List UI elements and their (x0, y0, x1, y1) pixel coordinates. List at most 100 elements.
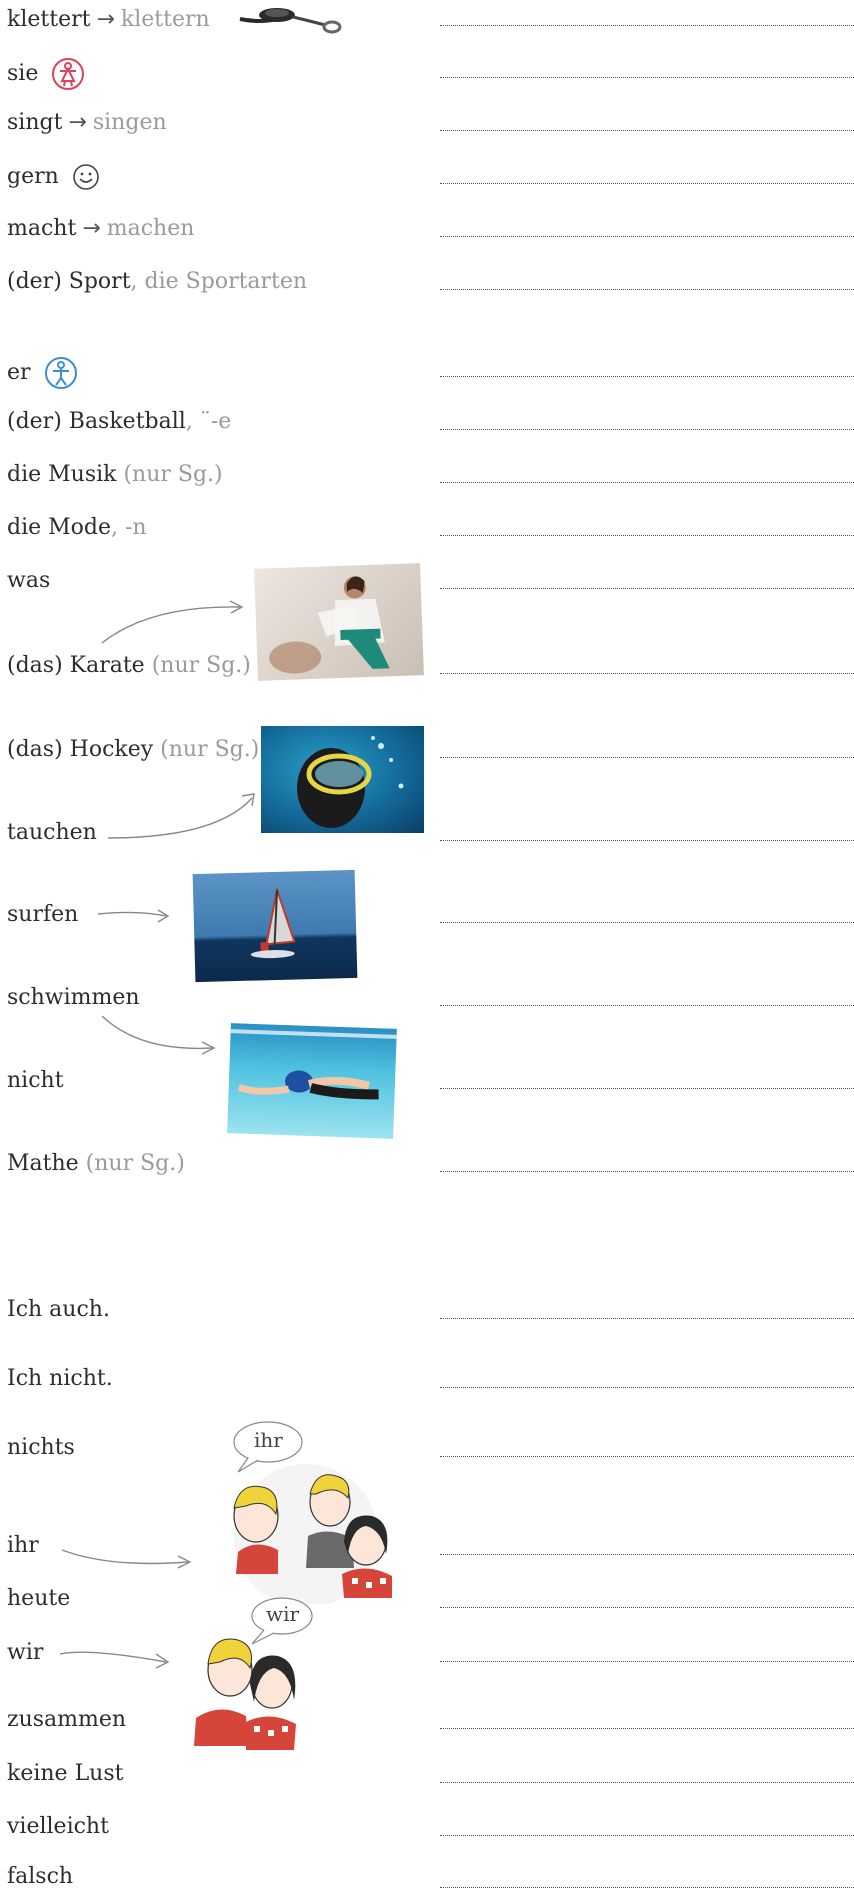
swimming-photo (227, 1023, 397, 1139)
answer-line[interactable] (440, 588, 854, 589)
arrow-right-icon: → (82, 216, 101, 241)
bubble-text: ihr (254, 1428, 283, 1452)
vocab-word: ihr (7, 1533, 39, 1558)
karate-photo (254, 563, 424, 681)
answer-line[interactable] (440, 1661, 854, 1662)
group-three-kids-illustration (233, 1464, 392, 1604)
vocab-row-ihr: ihr (7, 1533, 39, 1559)
arrow-right-icon: → (68, 110, 87, 135)
answer-line[interactable] (440, 1728, 854, 1729)
vocab-note: (nur Sg.) (78, 1151, 185, 1176)
vocab-infinitive: klettern (120, 7, 210, 32)
answer-line[interactable] (440, 1005, 854, 1006)
answer-line[interactable] (440, 130, 854, 131)
pointer-arrow (59, 1651, 170, 1669)
answer-line[interactable] (440, 1318, 854, 1319)
vocab-row-surfen: surfen (7, 902, 78, 928)
answer-line[interactable] (440, 840, 854, 841)
vocab-word: falsch (7, 1864, 74, 1889)
answer-line[interactable] (440, 922, 854, 923)
vocab-word: nichts (7, 1435, 75, 1460)
bubble-text: wir (266, 1602, 300, 1626)
pointer-arrow (101, 1015, 216, 1055)
vocab-word: Mathe (7, 1151, 79, 1176)
vocab-row-mathe: Mathe (nur Sg.) (7, 1151, 185, 1177)
vocab-word: wir (7, 1640, 44, 1665)
vocab-row-tauchen: tauchen (7, 820, 97, 846)
boy-icon (44, 357, 77, 389)
vocab-row-ich-nicht: Ich nicht. (7, 1366, 113, 1392)
answer-line[interactable] (440, 482, 854, 483)
vocab-word: Ich nicht. (7, 1366, 113, 1391)
vocab-row-nicht: nicht (7, 1068, 64, 1094)
answer-line[interactable] (440, 1835, 854, 1836)
answer-line[interactable] (440, 1782, 854, 1783)
karate-girl-image (269, 576, 390, 674)
answer-line[interactable] (440, 429, 854, 430)
answer-line[interactable] (440, 535, 854, 536)
answer-line[interactable] (440, 25, 854, 26)
vocab-infinitive: singen (92, 110, 167, 135)
swimmer-image (230, 1029, 397, 1100)
pointer-arrow (61, 1549, 192, 1569)
vocab-row-was: was (7, 568, 50, 594)
girl-icon (52, 58, 85, 90)
vocab-row-hockey: (das) Hockey (nur Sg.) (7, 737, 259, 763)
vocab-word: (das) Karate (7, 653, 145, 678)
vocab-word: tauchen (7, 820, 97, 845)
vocab-row-karate: (das) Karate (nur Sg.) (7, 653, 251, 679)
vocab-word: (das) Hockey (7, 737, 154, 762)
vocab-word: was (7, 568, 51, 593)
vocab-word: klettert (7, 7, 91, 32)
vocab-row-klettert: klettert → klettern (7, 5, 345, 35)
answer-line[interactable] (440, 1171, 854, 1172)
vocab-row-heute: heute (7, 1586, 70, 1612)
answer-line[interactable] (440, 376, 854, 377)
windsurfer-image (250, 886, 296, 959)
vocab-word: zusammen (7, 1707, 127, 1732)
vocab-row-sie: sie (7, 57, 85, 91)
vocab-row-mode: die Mode, -n (7, 515, 147, 541)
vocab-note: (nur Sg.) (153, 737, 260, 762)
vocab-plural: , ¨-e (185, 409, 232, 434)
vocab-row-basketball: (der) Basketball, ¨-e (7, 409, 231, 435)
vocab-word: die Musik (7, 462, 117, 487)
pair-two-kids-illustration (194, 1638, 296, 1750)
vocab-row-gern: gern (7, 163, 100, 191)
vocab-row-wir: wir (7, 1640, 43, 1666)
answer-line[interactable] (440, 289, 854, 290)
answer-line[interactable] (440, 1887, 854, 1888)
answer-line[interactable] (440, 77, 854, 78)
vocab-plural: , -n (111, 515, 147, 540)
answer-line[interactable] (440, 1387, 854, 1388)
pointer-arrow (97, 909, 170, 923)
vocab-word: die Mode (7, 515, 112, 540)
answer-line[interactable] (440, 757, 854, 758)
answer-line[interactable] (440, 1088, 854, 1089)
vocab-note: (nur Sg.) (144, 653, 251, 678)
vocab-row-falsch: falsch (7, 1864, 73, 1890)
vocab-row-zusammen: zusammen (7, 1707, 126, 1733)
vocab-word: singt (7, 110, 63, 135)
answer-line[interactable] (440, 1456, 854, 1457)
vocab-row-macht: macht → machen (7, 216, 194, 242)
answer-line[interactable] (440, 1554, 854, 1555)
answer-line[interactable] (440, 1607, 854, 1608)
vocab-row-musik: die Musik (nur Sg.) (7, 462, 223, 488)
answer-line[interactable] (440, 673, 854, 674)
vocab-infinitive: machen (106, 216, 195, 241)
vocab-row-schwimmen: schwimmen (7, 985, 140, 1011)
answer-line[interactable] (440, 183, 854, 184)
vocab-row-vielleicht: vielleicht (7, 1814, 109, 1840)
vocab-word: er (7, 360, 31, 385)
vocab-word: Ich auch. (7, 1297, 110, 1322)
vocab-row-keine-lust: keine Lust (7, 1761, 123, 1787)
vocab-word: macht (7, 216, 77, 241)
vocab-plural: , die Sportarten (130, 269, 308, 294)
smiley-icon (72, 164, 99, 190)
vocab-word: gern (7, 164, 59, 189)
diver-image (297, 736, 404, 828)
answer-line[interactable] (440, 236, 854, 237)
pointer-arrow (101, 600, 244, 644)
vocab-word: surfen (7, 902, 79, 927)
